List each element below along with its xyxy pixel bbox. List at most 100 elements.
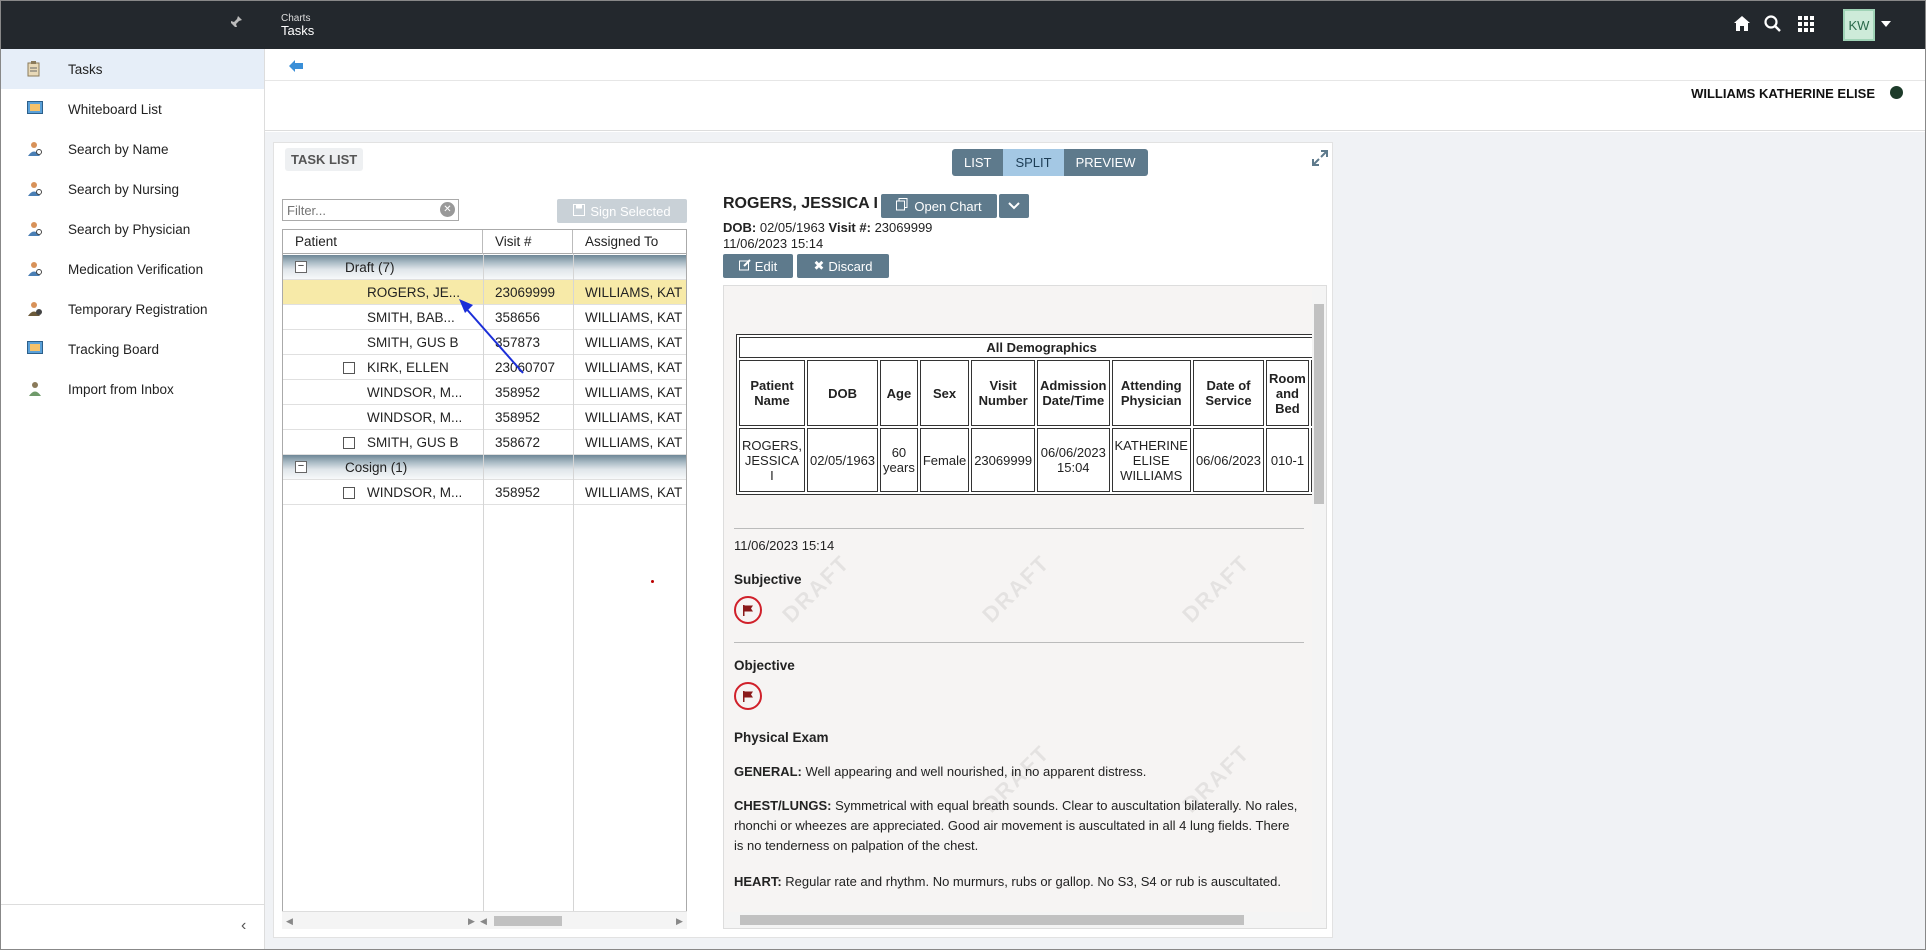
patient-cell: WINDSOR, M... <box>367 410 463 425</box>
exam-text: Regular rate and rhythm. No murmurs, rub… <box>781 874 1281 889</box>
view-list-button[interactable]: LIST <box>952 149 1004 176</box>
sign-selected-button[interactable]: Sign Selected <box>557 199 687 223</box>
group-row[interactable]: − Cosign (1) <box>283 455 686 480</box>
close-icon: ✖ <box>813 258 825 273</box>
preview-horizontal-scrollbar[interactable] <box>724 912 1314 928</box>
sign-selected-label: Sign Selected <box>590 203 671 219</box>
view-preview-button[interactable]: PREVIEW <box>1063 149 1148 176</box>
home-icon[interactable] <box>1732 14 1754 36</box>
row-checkbox[interactable] <box>343 437 355 449</box>
sidebar-item-search-by-nursing[interactable]: Search by Nursing <box>1 169 264 209</box>
save-icon <box>573 203 586 219</box>
demographics-header: Attending Physician <box>1111 360 1191 426</box>
collapse-sidebar-icon[interactable]: ‹ <box>241 917 246 935</box>
exam-label: HEART: <box>734 874 782 889</box>
tasks-icon <box>27 61 43 77</box>
row-checkbox[interactable] <box>343 487 355 499</box>
sidebar-item-label: Tasks <box>68 61 103 77</box>
online-status-icon <box>1890 86 1903 99</box>
user-menu-caret-icon[interactable] <box>1881 21 1891 27</box>
sidebar-item-temporary-registration[interactable]: Temporary Registration <box>1 289 264 329</box>
edit-label: Edit <box>754 258 778 274</box>
demographics-cell: 06/06/2023 15:04 <box>1037 428 1110 492</box>
chevron-down-icon <box>1008 202 1020 210</box>
view-split-button[interactable]: SPLIT <box>1003 149 1064 176</box>
person-search-icon <box>27 261 43 277</box>
flag-icon[interactable] <box>734 596 762 624</box>
note-preview[interactable]: DRAFT DRAFT DRAFT DRAFT DRAFT DRAFT All … <box>723 285 1327 929</box>
table-row[interactable]: WINDSOR, M... 358952 WILLIAMS, KAT <box>283 480 686 505</box>
back-arrow-icon[interactable] <box>289 59 303 72</box>
edit-button[interactable]: Edit <box>723 254 793 278</box>
demographics-header: Age <box>880 360 918 426</box>
flag-icon[interactable] <box>734 682 762 710</box>
divider <box>734 528 1304 529</box>
collapse-group-icon[interactable]: − <box>295 461 307 473</box>
grid-horizontal-scrollbar[interactable]: ◀ ▶ ◀ ▶ <box>282 911 687 929</box>
person-search-icon <box>27 141 43 157</box>
visit-cell: 358952 <box>495 410 541 425</box>
scroll-thumb[interactable] <box>1314 304 1324 504</box>
patient-cell: SMITH, GUS B <box>367 435 459 450</box>
apps-grid-icon[interactable] <box>1796 14 1818 36</box>
dob-value: 02/05/1963 <box>759 220 825 235</box>
search-icon[interactable] <box>1763 14 1785 36</box>
discard-button[interactable]: ✖ Discard <box>797 254 889 278</box>
table-row[interactable]: WINDSOR, M... 358952 WILLIAMS, KAT <box>283 380 686 405</box>
person-add-icon <box>27 301 43 317</box>
open-chart-button[interactable]: Open Chart <box>881 194 997 218</box>
demographics-cell: Female <box>919 428 970 492</box>
scroll-thumb[interactable] <box>494 916 562 926</box>
scroll-left-icon[interactable]: ◀ <box>286 916 293 927</box>
assigned-cell: WILLIAMS, KAT <box>585 360 683 375</box>
column-header-visit[interactable]: Visit # <box>483 230 573 254</box>
clear-filter-icon[interactable]: ✕ <box>440 202 455 217</box>
preview-vertical-scrollbar[interactable] <box>1312 286 1326 928</box>
demographics-header: Room and Bed <box>1266 360 1309 426</box>
scroll-right-icon[interactable]: ▶ <box>676 916 683 927</box>
table-row[interactable]: WINDSOR, M... 358952 WILLIAMS, KAT <box>283 405 686 430</box>
sidebar-item-tasks[interactable]: Tasks <box>1 49 264 89</box>
visit-cell: 358952 <box>495 385 541 400</box>
column-divider <box>573 254 574 928</box>
group-row[interactable]: − Draft (7) <box>283 255 686 280</box>
column-header-patient[interactable]: Patient <box>283 230 483 254</box>
exam-general: GENERAL: Well appearing and well nourish… <box>734 762 1299 782</box>
visit-cell: 358672 <box>495 435 541 450</box>
annotation-arrow-icon <box>459 299 524 374</box>
demographics-header: Admission Date/Time <box>1037 360 1110 426</box>
patient-cell: WINDSOR, M... <box>367 385 463 400</box>
draft-watermark: DRAFT <box>777 549 855 628</box>
sidebar-item-import-from-inbox[interactable]: Import from Inbox <box>1 369 264 409</box>
user-avatar[interactable]: KW <box>1843 9 1875 41</box>
sidebar-item-label: Medication Verification <box>68 261 204 277</box>
sidebar-item-label: Search by Physician <box>68 221 191 237</box>
demographics-cell: 010-1 <box>1266 428 1309 492</box>
objective-heading: Objective <box>734 658 795 673</box>
collapse-group-icon[interactable]: − <box>295 261 307 273</box>
demographics-cell: ROGERS, JESSICA I <box>739 428 805 492</box>
scroll-thumb[interactable] <box>740 915 1244 925</box>
pin-icon[interactable] <box>229 15 245 31</box>
sidebar-item-tracking-board[interactable]: Tracking Board <box>1 329 264 369</box>
scroll-left-icon[interactable]: ◀ <box>480 916 487 927</box>
task-list-title: TASK LIST <box>285 148 364 171</box>
patient-cell: WINDSOR, M... <box>367 485 463 500</box>
filter-input[interactable] <box>282 199 459 221</box>
top-bar: Charts Tasks KW <box>1 1 1925 49</box>
table-row[interactable]: SMITH, GUS B 358672 WILLIAMS, KAT <box>283 430 686 455</box>
open-chart-dropdown[interactable] <box>999 194 1029 218</box>
sidebar-item-whiteboard-list[interactable]: Whiteboard List <box>1 89 264 129</box>
exam-label: CHEST/LUNGS: <box>734 798 832 813</box>
scroll-right-icon[interactable]: ▶ <box>468 916 475 927</box>
physical-exam-heading: Physical Exam <box>734 730 829 745</box>
row-checkbox[interactable] <box>343 362 355 374</box>
assigned-cell: WILLIAMS, KAT <box>585 485 683 500</box>
sidebar-item-search-by-physician[interactable]: Search by Physician <box>1 209 264 249</box>
expand-icon[interactable] <box>1311 149 1329 167</box>
dob-label: DOB: <box>723 220 757 235</box>
sidebar-item-label: Search by Name <box>68 141 169 157</box>
sidebar-item-search-by-name[interactable]: Search by Name <box>1 129 264 169</box>
column-header-assigned-to[interactable]: Assigned To <box>573 230 686 254</box>
sidebar-item-medication-verification[interactable]: Medication Verification <box>1 249 264 289</box>
